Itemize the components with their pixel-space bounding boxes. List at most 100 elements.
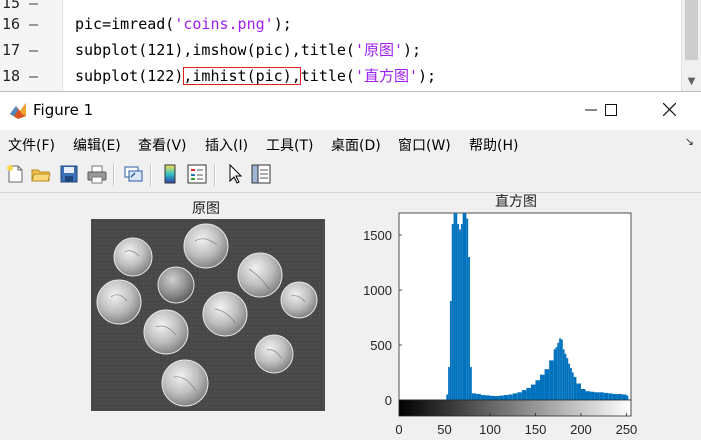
- menu-insert[interactable]: 插入(I): [205, 135, 248, 155]
- close-icon: [662, 102, 676, 117]
- print-icon[interactable]: [86, 163, 108, 185]
- string-literal: 'coins.png': [174, 15, 274, 33]
- link-plot-icon[interactable]: [122, 163, 144, 185]
- histogram-bar: [459, 229, 461, 400]
- colorbar-icon[interactable]: [159, 163, 181, 185]
- histogram-bar: [480, 395, 486, 400]
- histogram-chart: 直方图 0 500 1000 1500 0 50 100 150 200 250: [363, 193, 637, 437]
- y-tick-label: 1500: [363, 228, 392, 243]
- histogram-bar: [526, 387, 531, 400]
- histogram-bar: [568, 363, 571, 400]
- breakpoint-marker[interactable]: —: [29, 63, 38, 89]
- histogram-bar: [590, 391, 595, 400]
- code-text: subplot(122),imhist(pic),title('直方图');: [75, 63, 436, 89]
- histogram-bar: [599, 392, 604, 400]
- histogram-bar: [453, 213, 456, 400]
- toolbar-separator: [113, 164, 115, 186]
- code-token: pic=imread(: [75, 15, 175, 33]
- histogram-bar: [585, 391, 591, 400]
- histogram-bar: [555, 347, 558, 400]
- maximize-button[interactable]: [588, 92, 634, 131]
- histogram-bar: [560, 339, 563, 400]
- menu-edit[interactable]: 编辑(E): [73, 135, 121, 155]
- histogram-bar: [485, 395, 490, 400]
- breakpoint-marker[interactable]: —: [29, 37, 38, 63]
- histogram-bar: [553, 349, 556, 400]
- menu-window[interactable]: 窗口(W): [398, 135, 451, 155]
- string-literal: '直方图': [354, 67, 419, 85]
- histogram-bar: [517, 392, 522, 400]
- figure-canvas[interactable]: 原图 直方图 0 500 1000 1500 0 50 100 150 200 …: [0, 193, 701, 440]
- histogram-bar: [457, 224, 460, 400]
- property-inspector-icon[interactable]: [250, 163, 272, 185]
- histogram-bar: [468, 257, 470, 400]
- edit-plot-arrow-icon[interactable]: [224, 163, 246, 185]
- highlighted-code: ,imhist(pic),: [183, 67, 301, 85]
- save-icon[interactable]: [58, 163, 80, 185]
- x-tick-label: 100: [479, 422, 501, 437]
- menu-help[interactable]: 帮助(H): [469, 135, 518, 155]
- code-token: subplot(121),imshow(pic),title(: [75, 41, 355, 59]
- histogram-bar: [603, 392, 609, 400]
- menu-desktop[interactable]: 桌面(D): [331, 135, 381, 155]
- histogram-bar: [621, 394, 627, 400]
- histogram-bar: [559, 338, 561, 400]
- close-button[interactable]: [646, 92, 692, 131]
- menu-file[interactable]: 文件(F): [8, 135, 55, 155]
- menu-view[interactable]: 查看(V): [138, 135, 187, 155]
- histogram-bar: [455, 213, 458, 400]
- scroll-down-arrow-icon[interactable]: ▼: [682, 76, 701, 87]
- code-line[interactable]: 17 — subplot(121),imshow(pic),title('原图');: [0, 37, 680, 63]
- histogram-bar: [476, 393, 481, 400]
- histogram-bar: [566, 358, 569, 400]
- histogram-bar: [557, 342, 560, 400]
- histogram-bar: [540, 374, 545, 400]
- figure-title-bar: Figure 1: [0, 91, 701, 131]
- figure-toolbar: [0, 158, 701, 193]
- histogram-bar: [512, 393, 518, 400]
- editor-vertical-scrollbar[interactable]: ▼: [681, 0, 701, 91]
- histogram-bar: [562, 349, 565, 400]
- new-figure-icon[interactable]: [4, 163, 26, 185]
- code-text: pic=imread('coins.png');: [75, 11, 292, 37]
- histogram-bar: [564, 353, 567, 400]
- histogram-bar: [571, 372, 574, 400]
- histogram-bar: [573, 376, 577, 400]
- string-literal: '原图': [354, 41, 404, 59]
- dock-arrow-icon[interactable]: ↘: [685, 135, 694, 148]
- histogram-bar: [612, 393, 618, 400]
- histogram-x-axis: 0 50 100 150 200 250: [395, 413, 637, 437]
- x-tick-label: 200: [570, 422, 592, 437]
- histogram-bar: [508, 394, 513, 400]
- histogram-bar: [608, 393, 613, 400]
- menu-tools[interactable]: 工具(T): [266, 135, 313, 155]
- code-token: subplot(122): [75, 67, 184, 85]
- code-line[interactable]: 16 — pic=imread('coins.png');: [0, 11, 680, 37]
- code-editor[interactable]: 15—16— pic=imread('coins.png'); 17— subplot…: [0, 0, 701, 91]
- histogram-bar: [626, 395, 629, 400]
- x-tick-label: 50: [437, 422, 451, 437]
- y-tick-label: 1000: [363, 283, 392, 298]
- histogram-axes: [398, 212, 632, 401]
- toolbar-separator: [150, 164, 152, 186]
- code-token: );: [403, 41, 422, 59]
- breakpoint-marker[interactable]: —: [29, 11, 38, 37]
- open-file-icon[interactable]: [30, 163, 52, 185]
- histogram-bar: [580, 389, 586, 400]
- code-token: title(: [300, 67, 355, 85]
- histogram-bar: [535, 380, 541, 400]
- histogram-bar: [499, 395, 504, 400]
- histogram-bar: [494, 396, 500, 400]
- menu-bar: 文件(F) 编辑(E) 查看(V) 插入(I) 工具(T) 桌面(D) 窗口(W…: [0, 130, 701, 158]
- histogram-bar: [617, 393, 622, 400]
- histogram-bar: [460, 224, 463, 400]
- x-tick-label: 250: [616, 422, 638, 437]
- editor-scroll-thumb[interactable]: [685, 0, 698, 60]
- histogram-bar: [594, 392, 600, 400]
- histogram-bar: [530, 384, 536, 400]
- histogram-bar: [570, 368, 572, 400]
- code-line[interactable]: 18 — subplot(122),imhist(pic),title('直方图')…: [0, 63, 680, 89]
- code-token: );: [418, 67, 437, 85]
- legend-icon[interactable]: [186, 163, 208, 185]
- histogram-bar: [521, 390, 527, 400]
